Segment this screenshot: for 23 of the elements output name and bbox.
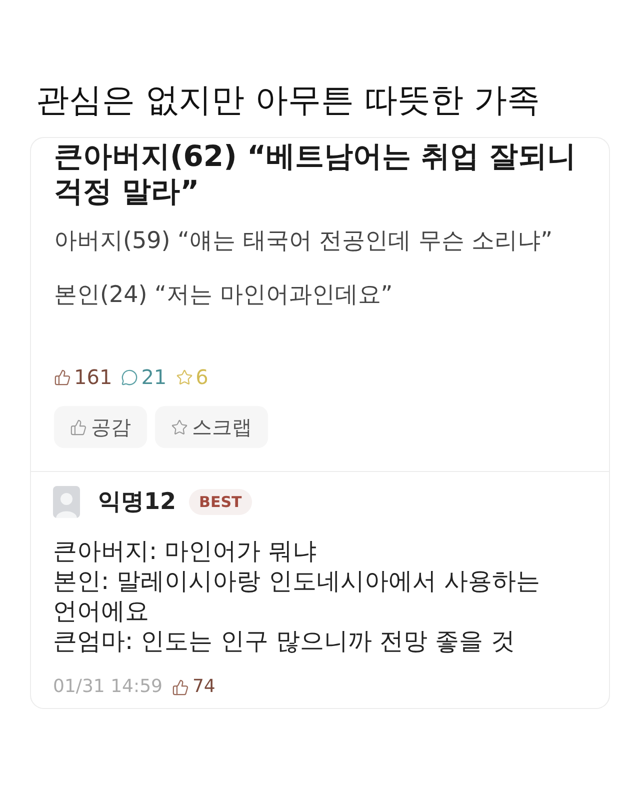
avatar-silhouette-icon: [53, 486, 80, 518]
comment-line: 본인: 말레이시아랑 인도네시아에서 사용하는 언어에요: [53, 566, 541, 626]
thumbs-up-icon: [172, 678, 190, 696]
star-icon: [171, 418, 188, 436]
thumbs-up-icon: [70, 418, 87, 436]
stat-count: 161: [74, 365, 112, 389]
star-icon: [176, 368, 193, 386]
comment-like-count: 74: [192, 675, 216, 699]
like-button[interactable]: 공감: [54, 406, 147, 448]
scrap-button[interactable]: 스크랩: [155, 406, 268, 448]
page-heading: 관심은 없지만 아무튼 따뜻한 가족: [36, 80, 540, 120]
thumbs-up-icon: [54, 368, 71, 386]
comment-author: 익명12: [98, 488, 176, 516]
comment-line: 큰엄마: 인도는 인구 많으니까 전망 좋을 것: [53, 626, 516, 656]
speech-bubble-icon: [121, 368, 138, 386]
post-paragraph: 본인(24) “저는 마인어과인데요”: [54, 281, 393, 310]
comment-time: 01/31 14:59: [53, 675, 162, 699]
comment-line: 큰아버지: 마인어가 뭐냐: [53, 536, 318, 566]
post-title: 큰아버지(62) “베트남어는 취업 잘되니 걱정 말라”: [54, 139, 578, 209]
best-badge: BEST: [189, 489, 252, 515]
post-paragraph: 아버지(59) “얘는 태국어 전공인데 무슨 소리냐”: [54, 227, 553, 256]
stat-count: 6: [196, 365, 208, 389]
stat-count: 21: [141, 365, 167, 389]
